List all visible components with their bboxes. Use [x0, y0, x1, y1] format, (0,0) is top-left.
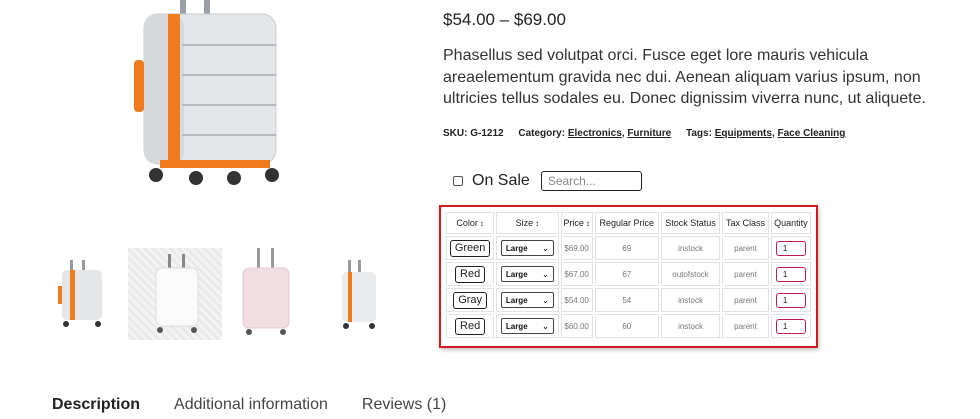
- table-header-row: Color ↕ Size ↕ Price ↕ Regular Price Stock …: [446, 212, 811, 234]
- variations-table: Color ↕ Size ↕ Price ↕ Regular Price Stock …: [444, 210, 813, 340]
- header-color[interactable]: Color ↕: [446, 212, 495, 234]
- table-filters: On Sale: [453, 171, 642, 191]
- table-row: Red Large ⌄ $67.00 67 outofstock parent 1: [446, 262, 811, 286]
- tag-link-face-cleaning[interactable]: Face Cleaning: [778, 128, 846, 139]
- tab-reviews[interactable]: Reviews (1): [362, 396, 446, 414]
- variations-table-highlight: Color ↕ Size ↕ Price ↕ Regular Price Stock …: [439, 205, 818, 348]
- size-select[interactable]: Large ⌄: [500, 266, 554, 282]
- thumbnail-orange-suitcase-small[interactable]: [330, 248, 390, 340]
- tax-class-cell: parent: [722, 288, 769, 312]
- tag-link-equipments[interactable]: Equipments: [715, 128, 772, 139]
- sort-icon: ↕: [535, 219, 540, 228]
- stock-status-cell: outofstock: [660, 262, 721, 286]
- sort-icon: ↕: [479, 219, 484, 228]
- table-row: Gray Large ⌄ $54.00 54 instock parent 1: [446, 288, 811, 312]
- chevron-down-icon: ⌄: [542, 243, 549, 253]
- quantity-input[interactable]: 1: [775, 266, 806, 282]
- tax-class-cell: parent: [722, 236, 769, 260]
- table-row: Red Large ⌄ $60.00 60 instock parent 1: [446, 314, 811, 338]
- price-cell: $60.00: [560, 314, 593, 338]
- product-description: Phasellus sed volutpat orci. Fusce eget …: [443, 47, 926, 107]
- on-sale-label: On Sale: [472, 172, 530, 189]
- category-label: Category:: [518, 128, 566, 139]
- chevron-down-icon: ⌄: [542, 295, 549, 305]
- sku-value: G-1212: [470, 128, 504, 139]
- category-link-electronics[interactable]: Electronics: [568, 128, 622, 139]
- tags-label: Tags:: [686, 128, 712, 139]
- size-select[interactable]: Large ⌄: [500, 240, 554, 256]
- regular-price-cell: 69: [594, 236, 659, 260]
- header-tax-class: Tax Class: [722, 212, 769, 234]
- product-meta: SKU: G-1212 Category: Electronics, Furni…: [443, 128, 846, 139]
- regular-price-cell: 54: [594, 288, 659, 312]
- sku-label: SKU:: [443, 128, 468, 139]
- category-link-furniture[interactable]: Furniture: [627, 128, 671, 139]
- tax-class-cell: parent: [722, 262, 769, 286]
- thumbnail-pink-suitcase[interactable]: [235, 248, 295, 340]
- search-input[interactable]: [540, 171, 642, 191]
- regular-price-cell: 60: [594, 314, 659, 338]
- stock-status-cell: instock: [660, 236, 721, 260]
- color-button[interactable]: Red: [455, 317, 486, 335]
- size-select[interactable]: Large ⌄: [500, 318, 554, 334]
- header-quantity: Quantity: [770, 212, 811, 234]
- color-button[interactable]: Green: [449, 239, 491, 257]
- header-size[interactable]: Size ↕: [496, 212, 559, 234]
- thumbnail-orange-suitcase[interactable]: [48, 248, 118, 340]
- quantity-input[interactable]: 1: [775, 240, 806, 256]
- main-product-image: [120, 0, 300, 190]
- tax-class-cell: parent: [722, 314, 769, 338]
- sort-icon: ↕: [585, 219, 590, 228]
- thumbnail-white-suitcase[interactable]: [128, 248, 222, 340]
- price-range: $54.00 – $69.00: [443, 10, 566, 29]
- regular-price-cell: 67: [594, 262, 659, 286]
- quantity-input[interactable]: 1: [775, 318, 806, 334]
- on-sale-checkbox[interactable]: [453, 176, 463, 186]
- chevron-down-icon: ⌄: [542, 269, 549, 279]
- header-price[interactable]: Price ↕: [560, 212, 593, 234]
- header-stock-status: Stock Status: [660, 212, 721, 234]
- tab-description[interactable]: Description: [52, 396, 140, 414]
- size-select[interactable]: Large ⌄: [500, 292, 554, 308]
- color-button[interactable]: Red: [455, 265, 486, 283]
- color-button[interactable]: Gray: [453, 291, 488, 309]
- quantity-input[interactable]: 1: [775, 292, 806, 308]
- chevron-down-icon: ⌄: [542, 321, 549, 331]
- stock-status-cell: instock: [660, 314, 721, 338]
- stock-status-cell: instock: [660, 288, 721, 312]
- tab-additional-information[interactable]: Additional information: [174, 396, 328, 414]
- price-cell: $54.00: [560, 288, 593, 312]
- product-tabs: Description Additional information Revie…: [52, 396, 480, 414]
- price-cell: $67.00: [560, 262, 593, 286]
- table-row: Green Large ⌄ $69.00 69 instock parent 1: [446, 236, 811, 260]
- price-cell: $69.00: [560, 236, 593, 260]
- header-regular-price: Regular Price: [594, 212, 659, 234]
